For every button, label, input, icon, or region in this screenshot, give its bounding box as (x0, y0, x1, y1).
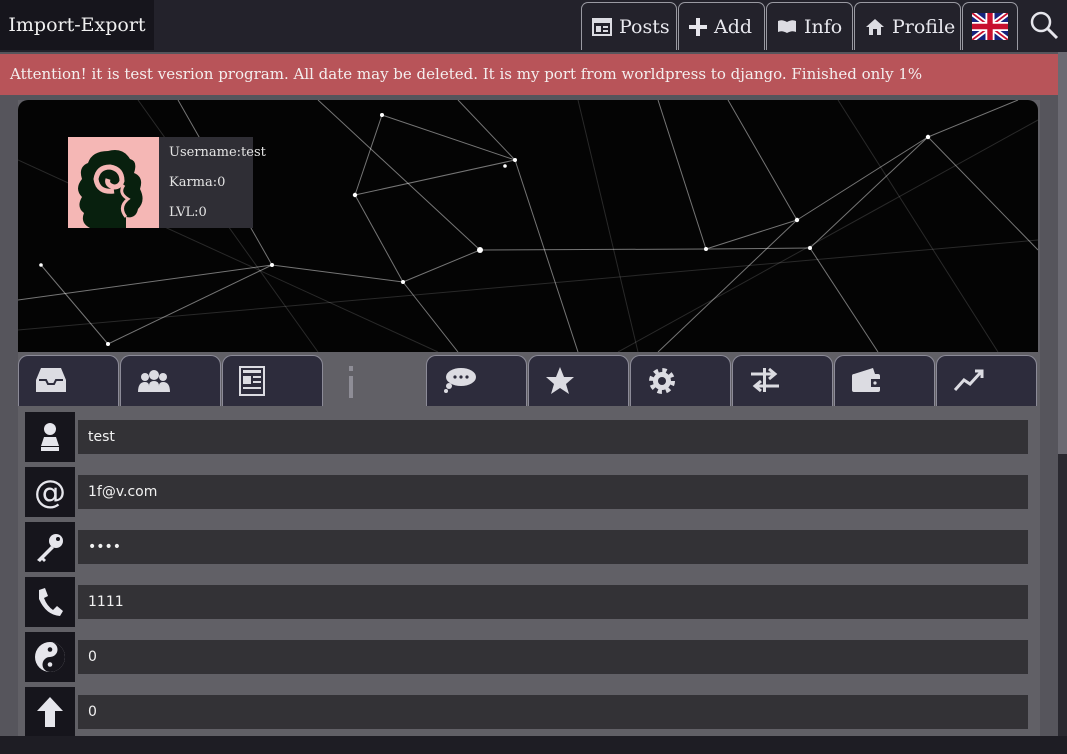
username-text: Username:test (169, 145, 266, 160)
nav-posts-button[interactable]: Posts (581, 2, 677, 50)
chat-icon (444, 368, 476, 393)
nav-profile-button[interactable]: Profile (854, 2, 961, 50)
home-icon (866, 18, 884, 35)
nav-info-label: Info (804, 15, 843, 38)
footer-bar (0, 736, 1067, 754)
uk-flag-icon (972, 13, 1008, 40)
svg-text:@: @ (34, 475, 66, 509)
transfer-icon (751, 367, 779, 393)
article-icon (239, 366, 265, 396)
newspaper-icon (592, 17, 612, 36)
email-field-icon: @ (25, 467, 75, 517)
user-icon (41, 423, 59, 451)
top-navbar: Import-Export Posts Add Info Profile (0, 0, 1067, 52)
level-text: LVL:0 (169, 205, 207, 220)
level-field-icon (25, 687, 75, 737)
user-field-icon (25, 412, 75, 462)
attention-banner: Attention! it is test vesrion program. A… (0, 54, 1058, 95)
yin-yang-icon (35, 642, 65, 672)
nav-add-label: Add (714, 15, 753, 38)
nav-add-button[interactable]: Add (678, 2, 765, 50)
language-button[interactable] (962, 2, 1018, 50)
group-icon (138, 370, 170, 392)
tab-comments[interactable] (426, 355, 527, 406)
avatar[interactable] (68, 137, 159, 228)
tab-groups[interactable] (120, 355, 221, 406)
tab-articles[interactable] (222, 355, 323, 406)
tab-wallet[interactable] (834, 355, 935, 406)
tab-favorites[interactable] (528, 355, 629, 406)
tab-settings[interactable] (630, 355, 731, 406)
karma-field[interactable] (78, 640, 1028, 674)
search-button[interactable] (1020, 0, 1067, 50)
email-field[interactable] (78, 475, 1028, 509)
nav-profile-label: Profile (892, 15, 956, 38)
tab-inbox[interactable] (18, 355, 119, 406)
level-field[interactable] (78, 695, 1028, 729)
phone-field[interactable] (78, 585, 1028, 619)
brand-link[interactable]: Import-Export (0, 0, 154, 50)
arrow-up-icon (37, 697, 63, 727)
spiral-avatar-icon (68, 137, 159, 228)
username-field[interactable] (78, 420, 1028, 454)
tab-transfer[interactable] (732, 355, 833, 406)
scrollbar-thumb[interactable] (1058, 52, 1067, 454)
phone-icon (39, 588, 63, 616)
plus-icon (689, 17, 707, 36)
info-icon (349, 366, 353, 398)
tab-statistics[interactable] (936, 355, 1037, 406)
star-icon (546, 367, 574, 394)
wallet-icon (852, 368, 882, 392)
book-icon (778, 19, 796, 33)
tab-info[interactable] (324, 355, 425, 406)
karma-text: Karma:0 (169, 175, 226, 190)
user-card: Username:test Karma:0 LVL:0 (68, 137, 266, 228)
inbox-icon (36, 368, 66, 392)
gear-icon (649, 368, 675, 394)
key-icon (37, 534, 63, 562)
nav-info-button[interactable]: Info (766, 2, 853, 50)
password-field[interactable] (78, 530, 1028, 564)
chart-icon (953, 369, 984, 392)
karma-field-icon (25, 632, 75, 682)
password-field-icon (25, 522, 75, 572)
at-icon: @ (34, 475, 66, 509)
nav-posts-label: Posts (619, 15, 670, 38)
search-icon (1030, 11, 1058, 40)
phone-field-icon (25, 577, 75, 627)
